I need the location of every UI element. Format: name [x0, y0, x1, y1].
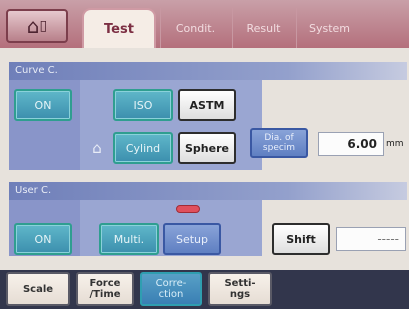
force-time-button[interactable]: Force /Time: [76, 272, 134, 306]
astm-button[interactable]: ASTM: [178, 89, 236, 121]
tab-result[interactable]: Result: [232, 8, 294, 48]
home-button[interactable]: ⌂ ▯: [6, 9, 68, 43]
setup-indicator: [176, 205, 200, 213]
curve-on-button[interactable]: ON: [14, 89, 72, 121]
cylind-button[interactable]: Cylind: [113, 132, 173, 164]
settings-button[interactable]: Setti- ngs: [208, 272, 272, 306]
shift-value-field[interactable]: -----: [336, 227, 406, 251]
tab-test[interactable]: Test: [82, 8, 156, 48]
dia-unit: mm: [386, 139, 404, 149]
setup-button[interactable]: Setup: [163, 223, 221, 255]
dia-value-field[interactable]: 6.00: [318, 132, 384, 156]
lock-icon: ⌂: [92, 139, 102, 157]
home-icon: ⌂: [26, 14, 40, 38]
tab-system[interactable]: System: [296, 8, 362, 48]
dia-of-specim-button[interactable]: Dia. of specim: [250, 128, 308, 158]
top-tab-bar: ⌂ ▯ Test Condit. Result System: [0, 0, 409, 48]
user-section-title: User C.: [9, 182, 407, 200]
sphere-button[interactable]: Sphere: [178, 132, 236, 164]
iso-button[interactable]: ISO: [113, 89, 173, 121]
scale-button[interactable]: Scale: [6, 272, 70, 306]
multi-button[interactable]: Multi.: [99, 223, 159, 255]
correction-button[interactable]: Corre- ction: [140, 272, 202, 306]
tab-condit[interactable]: Condit.: [160, 8, 230, 48]
shift-button[interactable]: Shift: [272, 223, 330, 255]
user-on-button[interactable]: ON: [14, 223, 72, 255]
bottom-bar: Scale Force /Time Corre- ction Setti- ng…: [0, 270, 409, 309]
curve-section-title: Curve C.: [9, 62, 407, 80]
